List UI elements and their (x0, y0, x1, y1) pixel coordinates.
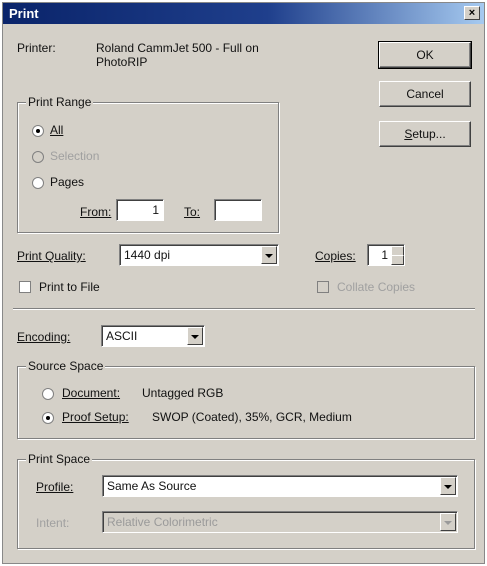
collate-label: Collate Copies (337, 280, 416, 294)
profile-value: Same As Source (107, 479, 197, 493)
from-input[interactable]: 1 (116, 199, 164, 221)
print-quality-value: 1440 dpi (124, 248, 171, 262)
spinner-down-icon[interactable] (391, 255, 404, 265)
print-space-legend: Print Space (26, 452, 93, 466)
selection-radio[interactable] (32, 151, 44, 163)
source-space-group: Source Space Document: Untagged RGB Proo… (17, 359, 475, 439)
print-range-group: Print Range All Selection Pages From: 1 … (17, 95, 279, 233)
all-label: All (50, 123, 64, 137)
to-label: To: (184, 205, 201, 219)
to-input[interactable] (214, 199, 262, 221)
chevron-down-icon[interactable] (440, 477, 456, 495)
print-range-legend: Print Range (26, 95, 94, 109)
printer-label: Printer: (17, 41, 56, 55)
source-space-legend: Source Space (26, 359, 106, 373)
print-to-file-checkbox[interactable] (19, 281, 31, 293)
printer-name-line1: Roland CammJet 500 - Full on (96, 41, 259, 55)
setup-button[interactable]: Setup... (379, 121, 471, 147)
chevron-down-icon[interactable] (261, 246, 277, 264)
intent-select[interactable]: Relative Colorimetric (102, 511, 458, 533)
window-title: Print (9, 6, 39, 21)
collate-checkbox[interactable] (317, 281, 329, 293)
intent-value: Relative Colorimetric (107, 515, 218, 529)
title-bar: Print × (3, 3, 484, 24)
selection-label: Selection (50, 149, 100, 163)
document-value: Untagged RGB (142, 386, 224, 400)
print-quality-select[interactable]: 1440 dpi (119, 244, 279, 266)
print-dialog: Print × Printer: Roland CammJet 500 - Fu… (2, 2, 485, 564)
pages-label: Pages (50, 175, 85, 189)
proof-setup-value: SWOP (Coated), 35%, GCR, Medium (152, 410, 352, 424)
proof-setup-label: Proof Setup: (62, 410, 129, 424)
close-icon: × (468, 7, 476, 19)
print-space-group: Print Space Profile: Same As Source Inte… (17, 452, 475, 549)
ok-button[interactable]: OK (378, 41, 472, 69)
close-button[interactable]: × (464, 6, 480, 20)
profile-select[interactable]: Same As Source (102, 475, 458, 497)
document-label: Document: (62, 386, 121, 400)
chevron-down-icon[interactable] (440, 513, 456, 531)
chevron-down-icon[interactable] (187, 327, 203, 345)
encoding-value: ASCII (106, 329, 138, 343)
profile-label: Profile: (36, 480, 74, 494)
print-quality-label: Print Quality: (17, 249, 86, 263)
copies-label: Copies: (315, 249, 356, 263)
proof-setup-radio[interactable] (42, 412, 54, 424)
encoding-label: Encoding: (17, 330, 71, 344)
print-to-file-label: Print to File (39, 280, 100, 294)
from-label: From: (80, 205, 112, 219)
cancel-button[interactable]: Cancel (379, 81, 471, 107)
intent-label: Intent: (36, 516, 70, 530)
all-radio[interactable] (32, 125, 44, 137)
document-radio[interactable] (42, 388, 54, 400)
separator (13, 308, 475, 310)
pages-radio[interactable] (32, 177, 44, 189)
printer-name-line2: PhotoRIP (96, 55, 148, 69)
